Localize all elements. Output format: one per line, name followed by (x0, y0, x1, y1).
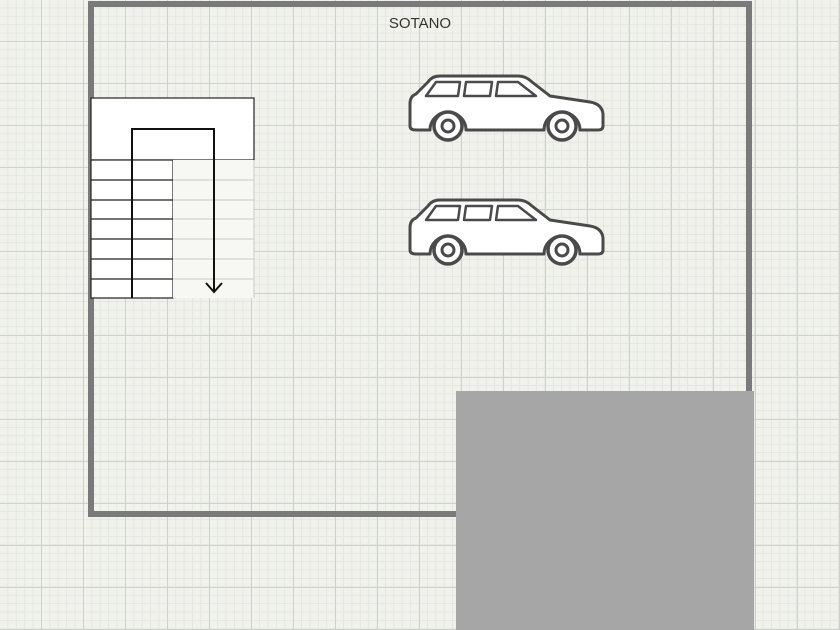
car-icon-top (408, 74, 605, 142)
car-icon-bottom (408, 198, 605, 266)
room-label: SOTANO (388, 15, 452, 32)
staircase (90, 97, 255, 299)
floor-plan (88, 1, 754, 630)
adjacent-volume-block (456, 391, 754, 630)
